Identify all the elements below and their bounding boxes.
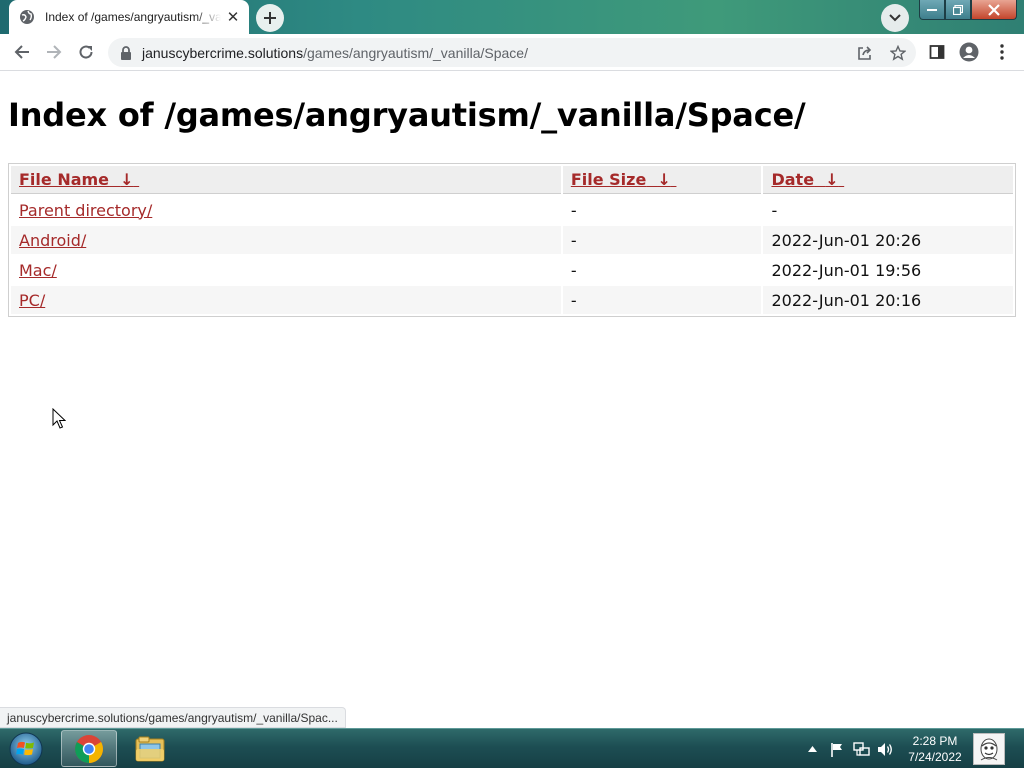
tab-search-button[interactable]: [881, 4, 909, 32]
column-date-label: Date: [771, 170, 815, 189]
pc-folder-link[interactable]: PC/: [19, 291, 45, 310]
system-clock[interactable]: 2:28 PM 7/24/2022: [900, 733, 970, 765]
tab-title: Index of /games/angryautism/_vanilla/Spa…: [45, 10, 221, 24]
taskbar-chrome-button[interactable]: [61, 730, 117, 767]
minimize-icon: [927, 8, 937, 11]
table-row: Mac/ - 2022-Jun-01 19:56: [11, 256, 1013, 284]
page-title: Index of /games/angryautism/_vanilla/Spa…: [8, 96, 806, 134]
close-window-button[interactable]: [971, 0, 1017, 20]
table-header-row: File Name ↓ File Size ↓ Date ↓: [11, 166, 1013, 194]
file-explorer-icon: [135, 736, 165, 761]
file-size-cell: -: [570, 260, 577, 280]
column-header-date: Date ↓: [763, 166, 1013, 194]
file-size-cell: -: [562, 286, 762, 314]
file-name-cell: Parent directory/: [11, 196, 561, 224]
file-listing-table: File Name ↓ File Size ↓ Date ↓ Parent di…: [8, 163, 1016, 317]
sort-arrow-icon: ↓: [657, 170, 671, 189]
file-date-cell: 2022-Jun-01 20:16: [763, 286, 1013, 314]
back-button[interactable]: [9, 39, 35, 65]
show-hidden-icons-button[interactable]: [804, 729, 820, 768]
forward-button[interactable]: [41, 39, 67, 65]
address-bar[interactable]: januscybercrime.solutions/games/angryaut…: [108, 38, 916, 67]
taskbar-explorer-button[interactable]: [122, 730, 178, 767]
column-name-label: File Name: [19, 170, 110, 189]
page-content: Index of /games/angryautism/_vanilla/Spa…: [0, 72, 1024, 728]
new-tab-button[interactable]: [256, 4, 284, 32]
window-controls: [919, 0, 1017, 20]
url-path: /games/angryautism/_vanilla/Space/: [303, 44, 528, 61]
share-icon[interactable]: [856, 44, 874, 62]
show-desktop-avatar-icon[interactable]: [973, 733, 1005, 765]
start-button[interactable]: [6, 731, 46, 767]
file-size-cell: -: [570, 200, 577, 220]
sort-by-name-link[interactable]: File Name ↓: [19, 170, 139, 189]
browser-tab[interactable]: Index of /games/angryautism/_vanilla/Spa…: [9, 0, 249, 34]
url-host: januscybercrime.solutions: [142, 44, 304, 61]
parent-directory-link[interactable]: Parent directory/: [19, 201, 152, 220]
table-row: Android/ - 2022-Jun-01 20:26: [11, 226, 1013, 254]
caret-up-icon: [807, 746, 817, 752]
reload-button[interactable]: [73, 39, 99, 65]
arrow-left-icon: [14, 45, 29, 59]
side-panel-icon[interactable]: [927, 42, 947, 62]
file-name-cell: Mac/: [11, 256, 561, 284]
bookmark-star-icon[interactable]: [889, 44, 907, 62]
arrow-right-icon: [47, 45, 62, 59]
browser-toolbar: januscybercrime.solutions/games/angryaut…: [0, 34, 1024, 71]
sort-arrow-icon: ↓: [825, 170, 839, 189]
windows-logo-icon: [9, 732, 43, 766]
mac-folder-link[interactable]: Mac/: [19, 261, 57, 280]
lock-icon[interactable]: [120, 45, 132, 60]
volume-icon[interactable]: [875, 729, 895, 768]
file-date-cell: 2022-Jun-01 19:56: [771, 260, 922, 280]
column-header-name: File Name ↓: [11, 166, 561, 194]
file-name-cell: Android/: [11, 226, 561, 254]
column-size-label: File Size: [570, 170, 647, 189]
file-size-cell: -: [562, 226, 762, 254]
profile-avatar-icon[interactable]: [959, 42, 979, 62]
sort-by-date-link[interactable]: Date ↓: [771, 170, 844, 189]
mouse-cursor-icon: [52, 408, 66, 429]
more-menu-icon[interactable]: [992, 42, 1012, 62]
chevron-down-icon: [889, 14, 901, 22]
file-name-cell: PC/: [11, 286, 561, 314]
plus-icon: [264, 12, 276, 24]
windows-taskbar: 2:28 PM 7/24/2022: [0, 728, 1024, 768]
tab-strip: Index of /games/angryautism/_vanilla/Spa…: [0, 0, 1024, 34]
globe-icon: [19, 9, 35, 25]
file-date-cell: 2022-Jun-01 20:26: [763, 226, 1013, 254]
table-row: Parent directory/ - -: [11, 196, 1013, 224]
table-row: PC/ - 2022-Jun-01 20:16: [11, 286, 1013, 314]
restore-icon: [953, 4, 963, 15]
sort-by-size-link[interactable]: File Size ↓: [571, 170, 677, 189]
clock-date: 7/24/2022: [908, 750, 962, 764]
clock-time: 2:28 PM: [912, 734, 958, 748]
maximize-button[interactable]: [945, 0, 971, 20]
tab-close-icon[interactable]: ✕: [225, 8, 241, 26]
network-icon[interactable]: [851, 729, 871, 768]
file-date-cell: -: [771, 200, 778, 220]
android-folder-link[interactable]: Android/: [19, 231, 86, 250]
chrome-icon: [75, 734, 103, 763]
action-center-flag-icon[interactable]: [828, 729, 846, 768]
close-icon: [988, 3, 1000, 16]
column-header-size: File Size ↓: [562, 166, 762, 194]
minimize-button[interactable]: [919, 0, 945, 20]
link-status-bubble: januscybercrime.solutions/games/angryaut…: [0, 707, 346, 728]
url-text: januscybercrime.solutions/games/angryaut…: [142, 45, 528, 61]
reload-icon: [79, 45, 93, 59]
sort-arrow-icon: ↓: [120, 170, 134, 189]
